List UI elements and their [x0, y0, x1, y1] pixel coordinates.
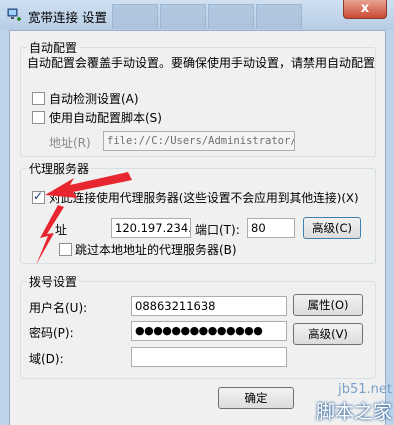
auto-config-description: 自动配置会覆盖手动设置。要确保使用手动设置，请禁用自动配置: [27, 56, 376, 70]
background-tab: [112, 4, 158, 29]
proxy-advanced-button[interactable]: 高级(C): [303, 217, 361, 239]
use-proxy-label: 对此连接使用代理服务器(这些设置不会应用到其他连接)(X): [49, 191, 359, 205]
use-script-checkbox[interactable]: [32, 111, 45, 124]
proxy-legend: 代理服务器: [27, 160, 92, 177]
proxy-address-field[interactable]: 120.197.234.1: [111, 218, 191, 238]
password-label: 密码(P):: [29, 326, 74, 340]
proxy-port-label: 端口(T):: [195, 223, 240, 237]
domain-field[interactable]: [131, 347, 287, 367]
password-field[interactable]: ●●●●●●●●●●●●●●: [131, 321, 287, 341]
bypass-local-checkbox[interactable]: [59, 243, 72, 256]
network-connection-icon: [7, 8, 21, 21]
proxy-port-field[interactable]: 80: [247, 218, 295, 238]
settings-window: 宽带连接 设置 x 自动配置 自动配置会覆盖手动设置。要确保使用手动设置，请禁用…: [0, 0, 394, 425]
watermark-url: jb51.net: [338, 382, 392, 397]
username-label: 用户名(U):: [29, 301, 88, 315]
properties-button[interactable]: 属性(O): [293, 294, 363, 316]
auto-detect-checkbox[interactable]: [32, 92, 45, 105]
auto-config-group: 自动配置 自动配置会覆盖手动设置。要确保使用手动设置，请禁用自动配置 自动检测设…: [20, 39, 376, 157]
dialup-legend: 拨号设置: [27, 273, 80, 290]
close-button[interactable]: x: [343, 0, 387, 19]
script-address-label: 地址(R): [49, 136, 91, 150]
watermark-name: 脚本之家: [315, 401, 392, 423]
domain-label: 域(D):: [29, 352, 64, 366]
watermark: jb51.net 脚本之家: [316, 382, 392, 424]
dialup-group: 拨号设置 用户名(U): 08863211638 属性(O) 密码(P): ●●…: [20, 273, 376, 379]
window-title: 宽带连接 设置: [28, 10, 107, 25]
auto-detect-label: 自动检测设置(A): [49, 92, 139, 106]
bypass-local-label: 跳过本地地址的代理服务器(B): [75, 243, 237, 257]
username-field[interactable]: 08863211638: [131, 296, 287, 316]
dialup-advanced-button[interactable]: 高级(V): [293, 323, 363, 345]
use-script-label: 使用自动配置脚本(S): [49, 111, 162, 125]
background-tab: [160, 4, 206, 29]
proxy-server-group: 代理服务器 对此连接使用代理服务器(这些设置不会应用到其他连接)(X) 址 12…: [20, 160, 376, 264]
background-tab: [256, 4, 302, 29]
close-icon: x: [360, 1, 370, 16]
background-tab: [208, 4, 254, 29]
title-bar: 宽带连接 设置 x: [0, 0, 394, 30]
dialog-client-area: 自动配置 自动配置会覆盖手动设置。要确保使用手动设置，请禁用自动配置 自动检测设…: [9, 30, 386, 425]
use-proxy-checkbox[interactable]: [32, 189, 45, 204]
script-address-field[interactable]: file://C:/Users/Administrator/: [103, 131, 295, 151]
ok-button[interactable]: 确定: [218, 387, 294, 409]
proxy-address-label: 址: [55, 223, 68, 237]
